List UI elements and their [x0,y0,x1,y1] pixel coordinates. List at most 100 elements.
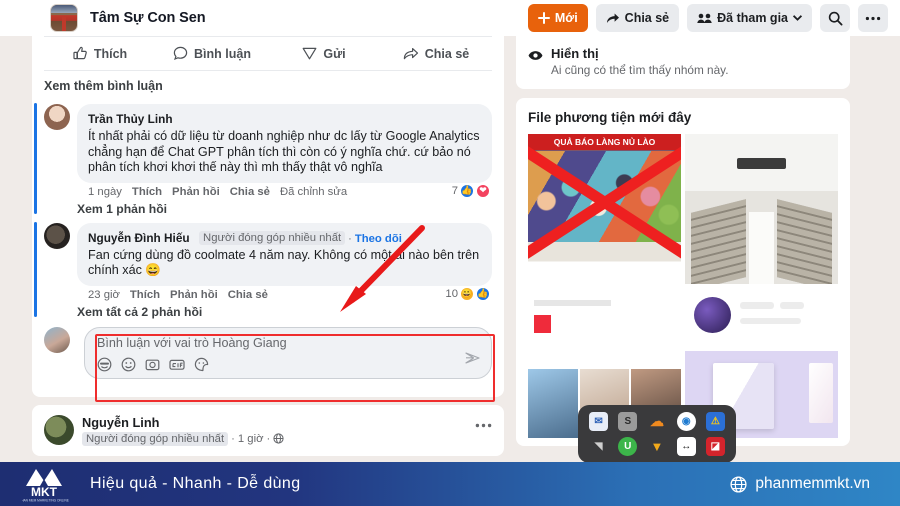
taskbar-dock: ✉ S ☁ ◉ ⚠ ◥ U ▼ ↔ ◪ [578,405,736,463]
post-action-row: Thích Bình luận Gửi Chia sẻ [44,36,492,70]
like-action[interactable]: Thích [44,40,156,68]
view-all-replies-link[interactable]: Xem tất cả 2 phản hồi [77,301,492,321]
reaction-count: 7 [451,184,458,197]
tile-artwork [740,318,802,324]
brand-footer: MKT PHAN MEM MARKETING ONLINE Hiệu quả -… [0,462,900,506]
joined-button[interactable]: Đã tham gia [687,4,812,32]
globe-icon [273,433,284,444]
share-action[interactable]: Chia sẻ [380,40,492,68]
post-menu-button[interactable] [475,415,492,431]
like-action-label: Thích [93,46,128,61]
avatar[interactable] [44,414,74,445]
adobe-app-icon[interactable]: ◪ [705,437,725,456]
tile-artwork [740,301,774,309]
brand-slogan: Hiệu quả - Nhanh - Dễ dùng [90,475,301,492]
comment-meta: 23 giờ Thích Phản hồi Chia sẻ 10 😀 👍 [77,286,492,301]
comment-text: Ít nhất phải có dữ liệu từ doanh nghiệp … [88,129,480,174]
mkt-logo-subtext: PHAN MEM MARKETING ONLINE [22,499,69,503]
dot-separator: · [348,232,352,245]
comment-share-button[interactable]: Chia sẻ [228,289,268,301]
tile-artwork [691,199,747,284]
gif-icon[interactable] [169,357,185,372]
comment-bubble-icon [173,46,188,61]
like-reaction-icon: 👍 [476,286,490,301]
thumbs-up-icon [73,46,87,60]
media-tile[interactable]: QUẢ BÁO LÀNG NỦ LÀO [528,134,681,284]
new-button[interactable]: Mới [527,4,588,32]
joined-button-label: Đã tham gia [717,11,788,25]
brand-website-label: phanmemmkt.vn [755,475,870,492]
globe-icon [730,475,747,493]
brand-website[interactable]: phanmemmkt.vn [730,475,870,493]
top-contributor-badge: Người đóng góp nhiều nhất [82,431,229,446]
security-shield-icon[interactable]: ⚠ [705,412,725,431]
view-more-comments-link[interactable]: Xem thêm bình luận [32,71,504,99]
group-photo-avatar[interactable] [50,4,78,32]
send-action[interactable]: Gửi [268,40,380,68]
camera-icon[interactable] [145,357,160,372]
smiley-icon[interactable] [121,357,136,372]
cloud-app-icon[interactable]: ☁ [647,412,666,431]
recent-media-card: File phương tiện mới đây QUẢ BÁO LÀNG NỦ… [516,98,850,446]
reaction-count: 10 [445,287,458,300]
group-header: Tâm Sự Con Sen Mới Chia sẻ Đã tham gia [0,0,900,36]
sticker-icon[interactable] [194,357,209,372]
comment-share-button[interactable]: Chia sẻ [230,186,270,198]
comment-like-button[interactable]: Thích [132,186,162,198]
media-tile-caption: QUẢ BÁO LÀNG NỦ LÀO [553,137,656,147]
mkt-logo-text: MKT [31,485,58,499]
mail-app-icon[interactable]: ✉ [589,412,609,431]
share-button[interactable]: Chia sẻ [595,4,680,32]
tile-artwork [534,315,551,333]
comment-like-button[interactable]: Thích [130,289,160,301]
more-options-button[interactable] [858,4,888,32]
voice-app-icon[interactable]: U [618,437,638,456]
send-icon [302,47,317,60]
comment-composer: Bình luận với vai trò Hoàng Giang [32,321,504,389]
visibility-subtitle: Ai cũng có thể tìm thấy nhóm này. [551,63,729,77]
comment-bubble: Nguyễn Đình Hiếu Người đóng góp nhiều nh… [77,222,492,286]
tile-artwork [749,212,774,284]
comment-reply-button[interactable]: Phản hồi [170,289,218,301]
share-button-label: Chia sẻ [624,11,670,25]
comment-input[interactable]: Bình luận với vai trò Hoàng Giang [84,326,492,379]
comment-time: 1 ngày [88,185,122,198]
reaction-summary[interactable]: 10 😀 👍 [445,286,490,301]
tile-artwork [779,301,805,309]
ellipsis-icon [865,16,881,20]
funnel-icon[interactable]: ▼ [647,437,666,456]
love-reaction-icon: ❤ [476,183,490,198]
app-s-icon[interactable]: S [618,412,638,431]
post-author[interactable]: Nguyễn Linh [82,415,284,430]
post-card: Nguyễn Linh Người đóng góp nhiều nhất · … [32,404,504,456]
search-button[interactable] [820,4,850,32]
reaction-summary[interactable]: 7 👍 ❤ [451,183,490,198]
avatar[interactable] [44,222,70,249]
post-card: Thích Bình luận Gửi Chia sẻ Xem thêm bìn… [32,36,504,397]
comment-reply-button[interactable]: Phản hồi [172,186,220,198]
mute-icon[interactable]: ◥ [589,437,608,456]
haha-reaction-icon: 😀 [460,286,474,301]
view-replies-link[interactable]: Xem 1 phản hồi [77,198,492,218]
comment-time: 23 giờ [88,288,120,301]
comment-action[interactable]: Bình luận [156,40,268,68]
share-arrow-icon [606,13,619,23]
send-action-label: Gửi [323,46,346,61]
follow-link[interactable]: Theo dõi [355,233,402,245]
post-header: Nguyễn Linh Người đóng góp nhiều nhất · … [44,414,492,446]
avatar[interactable] [44,104,70,130]
feed-column: Thích Bình luận Gửi Chia sẻ Xem thêm bìn… [32,36,504,470]
send-comment-button[interactable] [465,351,480,370]
comment-author[interactable]: Trần Thủy Linh [88,112,173,126]
emoji-face-icon[interactable] [97,357,112,372]
post-subline: Người đóng góp nhiều nhất · 1 giờ · [82,431,284,446]
media-tile[interactable] [685,134,838,284]
mkt-logo-icon: MKT PHAN MEM MARKETING ONLINE [22,469,69,503]
resize-icon[interactable]: ↔ [676,437,696,456]
tile-artwork [534,300,611,306]
share-arrow-icon [403,48,418,60]
browser-app-icon[interactable]: ◉ [676,412,696,431]
eye-icon [528,51,543,60]
avatar[interactable] [44,326,70,353]
comment-author[interactable]: Nguyễn Đình Hiếu [88,231,190,245]
